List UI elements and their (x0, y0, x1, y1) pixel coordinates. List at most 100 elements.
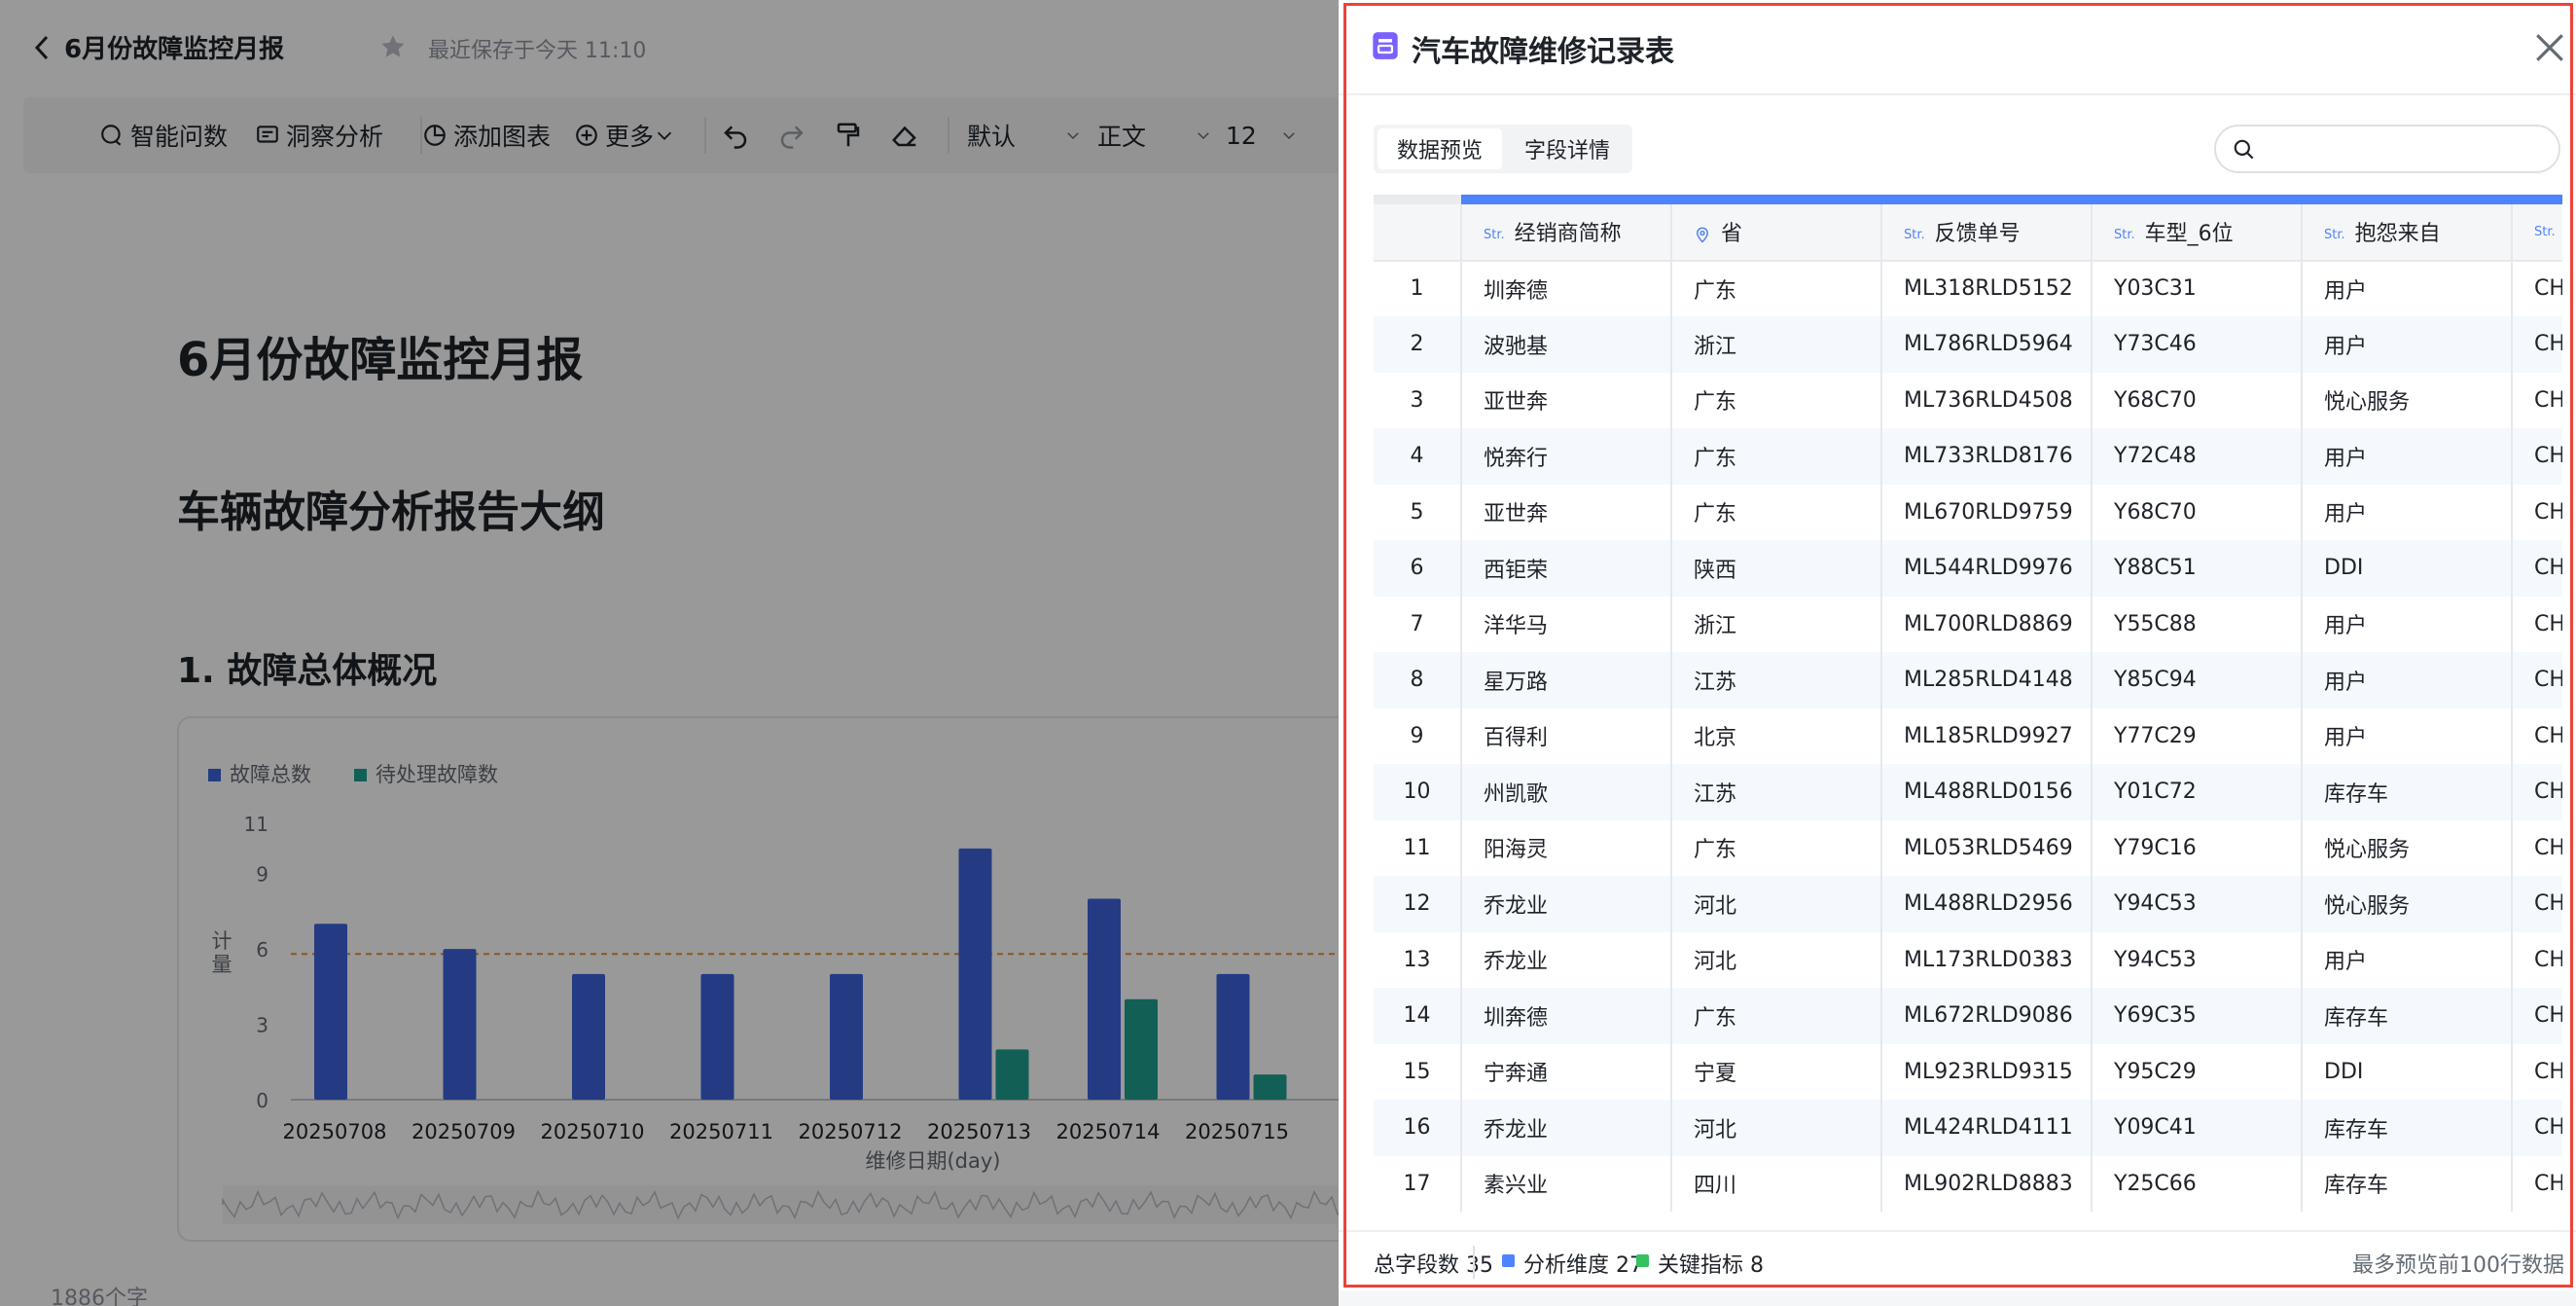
table-row[interactable]: 6 西钜荣 陕西 ML544RLD9976 Y88C51 DDI CH (1374, 540, 2562, 597)
panel-footer: 总字段数 35 分析维度 27 关键指标 8 最多预览前100行数据 (1339, 1230, 2576, 1288)
text-type-icon: Str. (2114, 227, 2135, 242)
row-index-cell: 16 (1374, 1100, 1462, 1156)
table-cell: 星万路 (1461, 652, 1672, 708)
row-index-cell: 4 (1374, 428, 1462, 485)
table-row[interactable]: 1 圳奔德 广东 ML318RLD5152 Y03C31 用户 CH (1374, 260, 2562, 316)
modal-overlay[interactable] (0, 0, 1339, 1306)
table-row[interactable]: 16 乔龙业 河北 ML424RLD4111 Y09C41 库存车 CH (1374, 1100, 2562, 1156)
panel-tabs: 数据预览 字段详情 (1374, 125, 1632, 173)
table-cell: 库存车 (2302, 988, 2513, 1044)
dimension-legend-dot (1502, 1254, 1515, 1267)
table-cell: CH (2512, 1100, 2562, 1156)
row-index-cell: 11 (1374, 819, 1462, 876)
table-row[interactable]: 11 阳海灵 广东 ML053RLD5469 Y79C16 悦心服务 CH (1374, 819, 2562, 876)
tab-field-details[interactable]: 字段详情 (1506, 128, 1628, 169)
table-cell: Y79C16 (2092, 819, 2303, 876)
text-type-icon: Str. (2534, 225, 2556, 240)
row-index-cell: 6 (1374, 540, 1462, 597)
table-cell: ML173RLD0383 (1881, 931, 2093, 988)
table-cell: 乔龙业 (1461, 1100, 1672, 1156)
total-fields: 总字段数 35 (1374, 1253, 1493, 1278)
table-cell: 亚世奔 (1461, 372, 1672, 428)
table-cell: CH (2512, 1043, 2562, 1100)
table-cell: Y01C72 (2092, 764, 2303, 820)
table-cell: Y68C70 (2092, 484, 2303, 540)
table-cell: 广东 (1671, 428, 1882, 485)
table-cell: DDI (2302, 540, 2513, 597)
table-cell: 圳奔德 (1461, 260, 1672, 316)
row-index-cell: 12 (1374, 876, 1462, 932)
table-cell: ML544RLD9976 (1881, 540, 2093, 597)
table-row[interactable]: 12 乔龙业 河北 ML488RLD2956 Y94C53 悦心服务 CH (1374, 876, 2562, 932)
table-cell: 河北 (1671, 931, 1882, 988)
table-cell: Y55C88 (2092, 596, 2303, 652)
panel-bottom-strip (1339, 1290, 2576, 1306)
table-row[interactable]: 14 圳奔德 广东 ML672RLD9086 Y69C35 库存车 CH (1374, 988, 2562, 1044)
table-row[interactable]: 5 亚世奔 广东 ML670RLD9759 Y68C70 用户 CH (1374, 484, 2562, 540)
search-box[interactable] (2214, 125, 2560, 173)
table-cell: 乔龙业 (1461, 931, 1672, 988)
table-cell: 悦心服务 (2302, 819, 2513, 876)
column-header-label: 经销商简称 (1514, 222, 1622, 247)
column-header[interactable]: Str. 车型_6位 (2092, 204, 2303, 262)
horizontal-scrollbar[interactable] (1374, 195, 2562, 204)
table-cell: CH (2512, 596, 2562, 652)
table-row[interactable]: 9 百得利 北京 ML185RLD9927 Y77C29 用户 CH (1374, 707, 2562, 764)
table-cell: 河北 (1671, 876, 1882, 932)
column-header[interactable]: Str. (2512, 204, 2562, 262)
column-header[interactable]: Str. 经销商简称 (1461, 204, 1672, 262)
row-index-cell: 17 (1374, 1155, 1462, 1212)
table-cell: 北京 (1671, 707, 1882, 764)
table-cell: 浙江 (1671, 316, 1882, 373)
table-cell: DDI (2302, 1043, 2513, 1100)
table-cell: Y94C53 (2092, 876, 2303, 932)
table-cell: 用户 (2302, 652, 2513, 708)
table-cell: Y95C29 (2092, 1043, 2303, 1100)
table-cell: 用户 (2302, 428, 2513, 485)
table-row[interactable]: 4 悦奔行 广东 ML733RLD8176 Y72C48 用户 CH (1374, 428, 2562, 485)
search-input[interactable] (2267, 132, 2549, 165)
data-table-container[interactable]: Str. 经销商简称省 Str. 反馈单号 Str. 车型_6位 Str. 抱怨来自 Str. … (1374, 193, 2562, 1222)
table-cell: 库存车 (2302, 764, 2513, 820)
table-row[interactable]: 13 乔龙业 河北 ML173RLD0383 Y94C53 用户 CH (1374, 931, 2562, 988)
table-cell: 用户 (2302, 316, 2513, 373)
table-cell: CH (2512, 819, 2562, 876)
table-row[interactable]: 15 宁奔通 宁夏 ML923RLD9315 Y95C29 DDI CH (1374, 1043, 2562, 1100)
table-row[interactable]: 17 素兴业 四川 ML902RLD8883 Y25C66 库存车 CH (1374, 1155, 2562, 1212)
data-table: Str. 经销商简称省 Str. 反馈单号 Str. 车型_6位 Str. 抱怨来自 Str. … (1374, 204, 2562, 1212)
scrollbar-thumb[interactable] (1461, 195, 2562, 204)
table-row[interactable]: 7 洋华马 浙江 ML700RLD8869 Y55C88 用户 CH (1374, 596, 2562, 652)
table-cell: 江苏 (1671, 764, 1882, 820)
table-cell: CH (2512, 764, 2562, 820)
table-cell: CH (2512, 260, 2562, 316)
table-cell: Y25C66 (2092, 1155, 2303, 1212)
close-icon[interactable] (2533, 31, 2566, 64)
table-row[interactable]: 3 亚世奔 广东 ML736RLD4508 Y68C70 悦心服务 CH (1374, 372, 2562, 428)
column-header[interactable]: 省 (1671, 204, 1882, 262)
column-header[interactable]: Str. 反馈单号 (1881, 204, 2093, 262)
row-index-cell: 10 (1374, 764, 1462, 820)
table-cell: 库存车 (2302, 1100, 2513, 1156)
table-cell: CH (2512, 707, 2562, 764)
table-cell: 广东 (1671, 372, 1882, 428)
table-cell: ML424RLD4111 (1881, 1100, 2093, 1156)
text-type-icon: Str. (1904, 227, 1925, 242)
table-cell: 广东 (1671, 988, 1882, 1044)
table-row[interactable]: 2 波驰基 浙江 ML786RLD5964 Y73C46 用户 CH (1374, 316, 2562, 373)
tab-data-preview[interactable]: 数据预览 (1377, 128, 1502, 169)
table-cell: 用户 (2302, 260, 2513, 316)
text-type-icon: Str. (2324, 227, 2345, 242)
table-cell: 陕西 (1671, 540, 1882, 597)
table-cell: 素兴业 (1461, 1155, 1672, 1212)
table-cell: Y85C94 (2092, 652, 2303, 708)
table-cell: Y09C41 (2092, 1100, 2303, 1156)
column-header[interactable]: Str. 抱怨来自 (2302, 204, 2513, 262)
table-cell: ML488RLD0156 (1881, 764, 2093, 820)
table-cell: 西钜荣 (1461, 540, 1672, 597)
table-cell: Y77C29 (2092, 707, 2303, 764)
table-cell: CH (2512, 652, 2562, 708)
table-row[interactable]: 8 星万路 江苏 ML285RLD4148 Y85C94 用户 CH (1374, 652, 2562, 708)
table-row[interactable]: 10 州凯歌 江苏 ML488RLD0156 Y01C72 库存车 CH (1374, 764, 2562, 820)
table-cell: 用户 (2302, 596, 2513, 652)
row-index-cell: 9 (1374, 707, 1462, 764)
